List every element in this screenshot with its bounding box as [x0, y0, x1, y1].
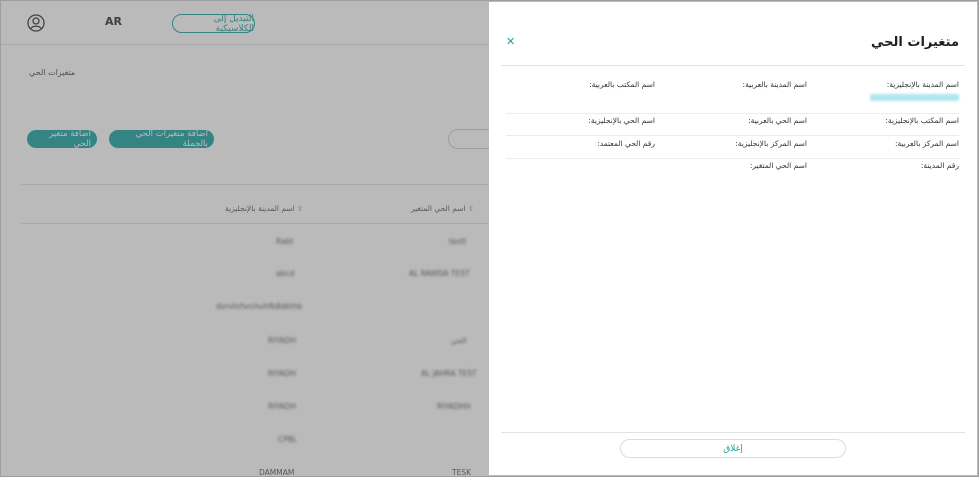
row-divider — [506, 135, 959, 136]
row-divider — [506, 113, 959, 114]
details-drawer: متغيرات الحي ✕ اسم المدينة بالإنجليزية: … — [489, 2, 977, 475]
divider — [501, 432, 965, 433]
approved-district-number-label: رقم الحي المعتمد: — [597, 139, 655, 148]
divider — [501, 65, 965, 66]
city-ar-label: اسم المدينة بالعربية: — [742, 80, 807, 89]
office-ar-label: اسم المكتب بالعربية: — [589, 80, 655, 89]
city-number-label: رقم المدينة: — [920, 161, 959, 170]
drawer-title: متغيرات الحي — [871, 35, 959, 50]
center-ar-label: اسم المركز بالعربية: — [895, 139, 959, 148]
close-button[interactable]: إغلاق — [620, 439, 846, 458]
city-en-value — [870, 94, 959, 101]
close-icon[interactable]: ✕ — [506, 35, 515, 48]
district-ar-label: اسم الحي بالعربية: — [748, 116, 807, 125]
office-en-label: اسم المكتب بالإنجليزية: — [885, 116, 959, 125]
row-divider — [506, 158, 959, 159]
city-en-label: اسم المدينة بالإنجليزية: — [886, 80, 959, 89]
center-en-label: اسم المركز بالإنجليزية: — [735, 139, 807, 148]
variant-district-name-label: اسم الحي المتغير: — [749, 161, 807, 170]
district-en-label: اسم الحي بالإنجليزية: — [588, 116, 655, 125]
